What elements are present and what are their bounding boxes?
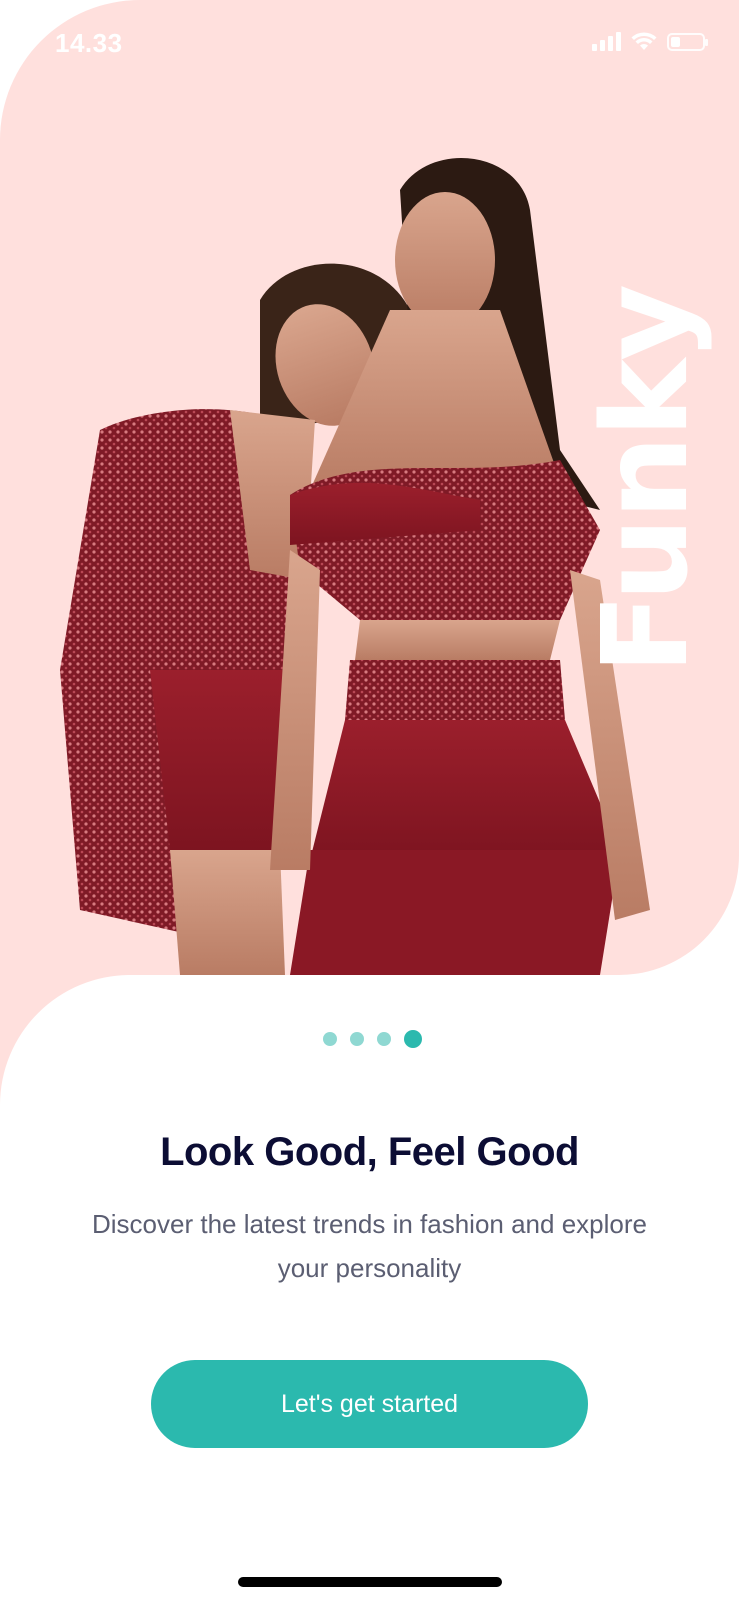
onboarding-title: Look Good, Feel Good	[160, 1130, 579, 1174]
battery-icon	[667, 33, 708, 51]
page-dot[interactable]	[349, 1032, 364, 1046]
home-indicator[interactable]	[238, 1577, 502, 1587]
page-dot[interactable]	[322, 1032, 337, 1046]
cellular-signal-icon	[592, 31, 621, 51]
page-indicator	[0, 1030, 739, 1048]
hero-vertical-word: Funky	[576, 285, 714, 675]
onboarding-screen: Funky 14.33 Look Good, Feel Good Discove…	[0, 0, 739, 1600]
status-bar: 14.33	[0, 0, 739, 90]
fashion-models-photo	[60, 157, 650, 975]
page-dot-active[interactable]	[403, 1030, 422, 1048]
page-dot[interactable]	[376, 1032, 391, 1046]
status-time: 14.33	[55, 28, 123, 58]
onboarding-subtitle: Discover the latest trends in fashion an…	[92, 1209, 647, 1283]
wifi-icon	[631, 32, 657, 50]
get-started-button[interactable]: Let's get started	[151, 1360, 588, 1448]
status-icons	[592, 31, 708, 51]
